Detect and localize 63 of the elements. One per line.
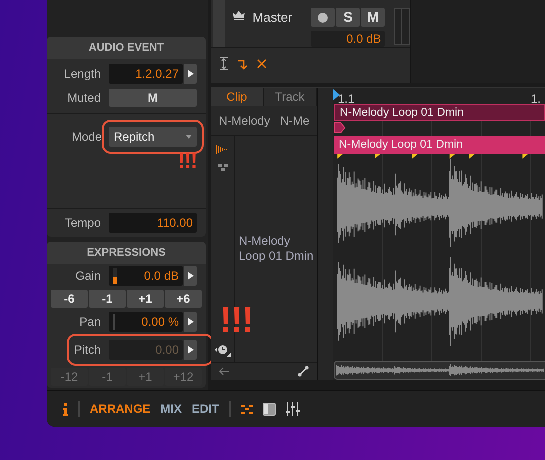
overview-waveform-drawing[interactable] (334, 361, 545, 380)
clock-icon[interactable] (214, 344, 232, 358)
clip-region[interactable]: N-Melody Loop 01 Dmin (334, 104, 545, 121)
record-button[interactable] (311, 8, 336, 27)
volume-field[interactable]: 0.0 dB (311, 31, 386, 47)
play-icon (188, 346, 194, 354)
clip-start-marker-icon[interactable] (334, 122, 346, 134)
mixer-icon[interactable] (286, 402, 300, 416)
track-name[interactable]: Master (252, 8, 293, 28)
play-icon (188, 272, 194, 280)
track-name: N-Melody (219, 112, 270, 130)
step-button[interactable]: +6 (165, 290, 202, 308)
track-color-strip (213, 0, 225, 47)
field-label: Muted (66, 90, 102, 108)
value-field[interactable]: 0.00 % (109, 312, 183, 332)
view-tab[interactable]: ARRANGE (90, 400, 151, 418)
close-icon[interactable] (257, 59, 267, 69)
play-icon (188, 318, 194, 326)
field-label: Pan (78, 314, 102, 331)
play-icon (188, 70, 194, 78)
record-icon (318, 12, 328, 22)
resize-height-icon[interactable] (219, 57, 229, 71)
tempo-field[interactable]: 110.00 (109, 213, 197, 234)
step-button[interactable]: -1 (89, 290, 126, 308)
grid-icon[interactable] (241, 404, 254, 414)
field-label: Mode (70, 129, 102, 146)
field-label: Length (63, 66, 102, 84)
field-label: Tempo (64, 215, 102, 232)
play-button[interactable] (184, 266, 197, 286)
mode-dropdown[interactable]: Repitch (109, 127, 197, 148)
waveform-icon[interactable] (216, 144, 229, 155)
annotation-text: !!! (178, 150, 197, 172)
track-toggle-button[interactable]: M (361, 8, 386, 27)
play-button[interactable] (184, 64, 197, 84)
step-button[interactable]: +1 (127, 290, 164, 308)
info-icon[interactable] (63, 402, 68, 416)
editor-tab[interactable]: Track (264, 88, 317, 106)
field-label: Pitch (73, 342, 102, 359)
mute-button[interactable]: M (109, 89, 197, 108)
editor-tab[interactable]: Clip (211, 88, 264, 106)
annotation-text: !!! (220, 302, 253, 338)
crown-icon (232, 11, 245, 20)
playhead-marker-icon[interactable] (333, 89, 340, 101)
clip-name: N-Melody Loop 01 Dmin (239, 234, 315, 264)
track-name: N-Me (280, 112, 310, 130)
play-button[interactable] (184, 312, 197, 332)
grid-icon[interactable] (216, 163, 228, 172)
pen-icon[interactable] (298, 366, 309, 377)
value-field: 0.00 (109, 340, 183, 360)
view-tab[interactable]: MIX (160, 400, 182, 418)
field-label: Gain (74, 268, 102, 285)
back-arrow-icon[interactable] (219, 367, 229, 376)
length-field[interactable]: 1.2.0.27 (109, 64, 183, 84)
panel-header: EXPRESSIONS (47, 242, 206, 264)
panel-icon[interactable] (263, 402, 276, 416)
arrow-down-icon[interactable] (237, 58, 249, 70)
clip-region[interactable]: N-Melody Loop 01 Dmin (334, 136, 545, 154)
panel-header: AUDIO EVENT (47, 37, 206, 60)
value-field[interactable]: 0.0 dB (109, 266, 183, 286)
caret-icon (186, 135, 192, 140)
step-button[interactable]: -6 (51, 290, 88, 308)
view-tab[interactable]: EDIT (192, 400, 220, 418)
track-toggle-button[interactable]: S (336, 8, 360, 27)
